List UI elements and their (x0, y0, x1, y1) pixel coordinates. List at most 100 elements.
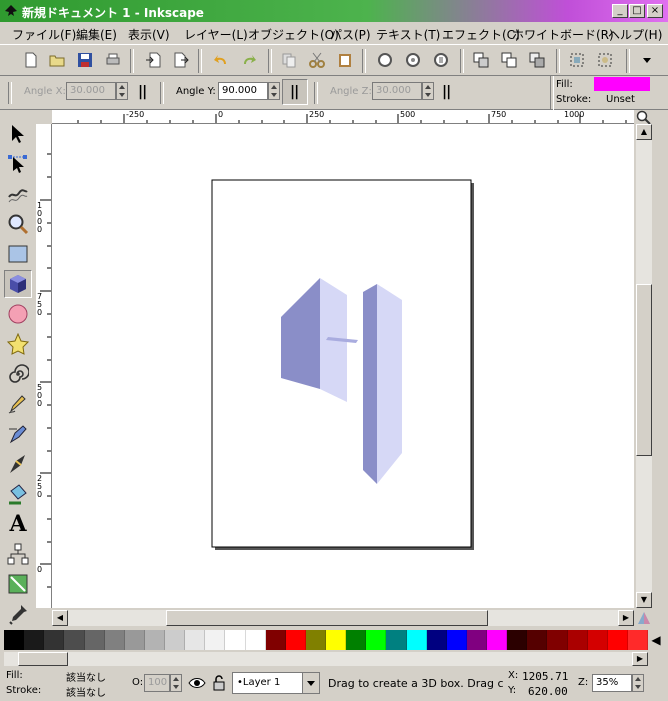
palette-swatch[interactable] (84, 630, 105, 650)
chevron-down-icon[interactable] (302, 673, 319, 693)
menu-file[interactable]: ファイル(F) (12, 26, 76, 43)
palette-swatch[interactable] (567, 630, 588, 650)
import-icon[interactable] (142, 49, 164, 71)
palette-swatch[interactable] (326, 630, 347, 650)
node-tool-icon[interactable] (4, 150, 32, 178)
palette-swatch[interactable] (547, 630, 568, 650)
palette-swatch[interactable] (406, 630, 427, 650)
fill-color-swatch[interactable] (594, 77, 650, 91)
menu-layer[interactable]: レイヤー(L) (184, 26, 248, 43)
horizontal-ruler[interactable]: -250 0 250 500 750 1000 (52, 110, 634, 124)
clone-icon[interactable] (498, 49, 520, 71)
menu-view[interactable]: 表示(V) (128, 26, 170, 43)
palette-swatch[interactable] (285, 630, 306, 650)
calligraphy-tool-icon[interactable] (4, 450, 32, 478)
palette-swatch[interactable] (386, 630, 407, 650)
color-manage-icon[interactable] (636, 610, 654, 626)
angle-x-input[interactable]: 30.000 (66, 82, 116, 100)
palette-swatch[interactable] (627, 630, 648, 650)
palette-scrollbar[interactable]: ▶ (4, 652, 648, 666)
redo-icon[interactable] (238, 49, 260, 71)
palette-swatch[interactable] (446, 630, 467, 650)
palette-swatch[interactable] (124, 630, 145, 650)
palette-swatch[interactable] (185, 630, 206, 650)
spiral-tool-icon[interactable] (4, 360, 32, 388)
palette-swatch[interactable] (587, 630, 608, 650)
zoom-spinner[interactable] (632, 674, 644, 692)
open-icon[interactable] (46, 49, 68, 71)
tweak-tool-icon[interactable] (4, 180, 32, 208)
zoom-drawing-icon[interactable] (402, 49, 424, 71)
palette-swatch[interactable] (225, 630, 246, 650)
layer-visibility-eye-icon[interactable] (188, 674, 206, 692)
palette-swatch[interactable] (346, 630, 367, 650)
drawing-canvas[interactable] (52, 124, 634, 608)
pencil-tool-icon[interactable] (4, 390, 32, 418)
ungroup-icon[interactable] (594, 49, 616, 71)
menu-help[interactable]: ヘルプ(H) (608, 26, 662, 43)
new-document-icon[interactable] (20, 49, 42, 71)
horizontal-scrollbar[interactable]: ◀ ▶ (52, 610, 634, 626)
close-button[interactable]: × (647, 4, 663, 18)
export-icon[interactable] (170, 49, 192, 71)
pen-tool-icon[interactable] (4, 420, 32, 448)
ellipse-tool-icon[interactable] (4, 300, 32, 328)
palette-scroll-thumb[interactable] (18, 652, 68, 666)
zoom-selection-icon[interactable] (374, 49, 396, 71)
paint-bucket-tool-icon[interactable] (4, 480, 32, 508)
horizontal-scroll-thumb[interactable] (166, 610, 488, 626)
save-icon[interactable] (74, 49, 96, 71)
menu-text[interactable]: テキスト(T) (376, 26, 440, 43)
angle-x-spinner[interactable] (116, 82, 128, 100)
palette-swatch[interactable] (165, 630, 186, 650)
palette-swatch[interactable] (366, 630, 387, 650)
palette-swatch[interactable] (205, 630, 226, 650)
rectangle-tool-icon[interactable] (4, 240, 32, 268)
more-tools-chevron-icon[interactable] (636, 49, 658, 71)
angle-z-input[interactable]: 30.000 (372, 82, 422, 100)
zoom-input[interactable]: 35% (592, 674, 632, 692)
menu-effects[interactable]: エフェクト(C) (442, 26, 520, 43)
palette-swatch[interactable] (426, 630, 447, 650)
star-tool-icon[interactable] (4, 330, 32, 358)
palette-swatch[interactable] (44, 630, 65, 650)
dropper-tool-icon[interactable] (4, 600, 32, 628)
palette-swatch[interactable] (24, 630, 45, 650)
menu-object[interactable]: オブジェクト(O) (248, 26, 339, 43)
palette-swatch[interactable] (607, 630, 628, 650)
palette-swatch[interactable] (245, 630, 266, 650)
palette-swatch[interactable] (527, 630, 548, 650)
selector-tool-icon[interactable] (4, 120, 32, 148)
cut-icon[interactable] (306, 49, 328, 71)
palette-swatch[interactable] (305, 630, 326, 650)
status-fill-value[interactable]: 該当なし (66, 669, 106, 684)
maximize-button[interactable]: □ (629, 4, 645, 18)
layer-selector[interactable]: •Layer 1 (232, 672, 320, 694)
angle-y-input[interactable]: 90.000 (218, 82, 268, 100)
print-icon[interactable] (102, 49, 124, 71)
unlink-clone-icon[interactable] (526, 49, 548, 71)
angle-y-spinner[interactable] (268, 82, 280, 100)
palette-swatch[interactable] (265, 630, 286, 650)
paste-icon[interactable] (334, 49, 356, 71)
menu-whiteboard[interactable]: ホワイトボード(R) (512, 26, 614, 43)
opacity-spinner[interactable] (170, 674, 182, 692)
connector-tool-icon[interactable] (4, 540, 32, 568)
menu-edit[interactable]: 編集(E) (76, 26, 117, 43)
text-tool-icon[interactable]: A (4, 510, 32, 538)
vertical-ruler[interactable]: 1000 750 500 250 0 (36, 124, 52, 608)
angle-y-toggle-button[interactable]: || (282, 79, 308, 105)
palette-swatch[interactable] (144, 630, 165, 650)
palette-swatch[interactable] (64, 630, 85, 650)
angle-z-toggle-button[interactable]: || (442, 84, 451, 100)
menu-path[interactable]: パス(P) (330, 26, 371, 43)
opacity-input[interactable]: 100 (144, 674, 170, 692)
palette-swatch[interactable] (4, 630, 25, 650)
layer-lock-icon[interactable] (210, 674, 228, 692)
duplicate-icon[interactable] (470, 49, 492, 71)
zoom-page-icon[interactable] (430, 49, 452, 71)
undo-icon[interactable] (210, 49, 232, 71)
3d-box-tool-icon[interactable] (4, 270, 32, 298)
palette-menu-icon[interactable]: ◀ (648, 630, 664, 650)
palette-swatch[interactable] (104, 630, 125, 650)
